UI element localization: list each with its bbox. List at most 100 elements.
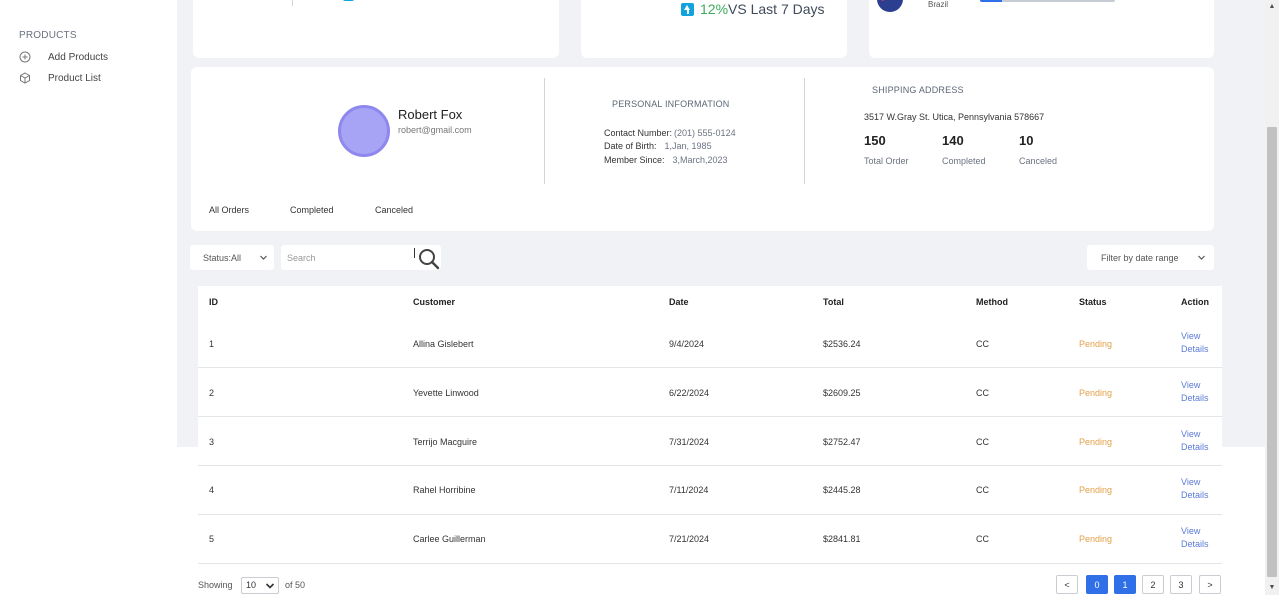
member-label: Member Since: — [604, 155, 665, 165]
total-count-label: of 50 — [285, 580, 306, 590]
scroll-down-arrow-icon[interactable]: ▼ — [1265, 581, 1279, 595]
scrollbar-thumb[interactable] — [1267, 127, 1277, 577]
orders-table: ID Customer Date Total Method Status Act… — [198, 286, 1222, 564]
contact-number-row: Contact Number: (201) 555-0124 — [604, 128, 736, 138]
sidebar: PRODUCTS Add Products Product List — [0, 0, 177, 595]
sidebar-item-product-list[interactable]: Product List — [19, 72, 101, 84]
trend-text: VS Last 7 Days — [728, 1, 825, 17]
prev-page-button[interactable]: < — [1056, 575, 1078, 594]
chevron-down-icon — [259, 253, 268, 264]
column-header-method: Method — [976, 297, 1008, 307]
canceled-label: Canceled — [1019, 156, 1058, 166]
chevron-down-icon — [1197, 253, 1206, 264]
page-button-0[interactable]: 0 — [1086, 575, 1108, 594]
cell-customer: Allina Gislebert — [413, 339, 474, 349]
completed-label: Completed — [942, 156, 986, 166]
member-since-row: Member Since: 3,March,2023 — [604, 155, 728, 165]
flag-icon — [877, 0, 903, 12]
column-header-total: Total — [823, 297, 844, 307]
date-range-filter[interactable]: Filter by date range — [1087, 245, 1214, 270]
tab-completed[interactable]: Completed — [290, 205, 334, 215]
plus-circle-icon — [19, 51, 31, 63]
canceled-count: 10 — [1019, 133, 1034, 148]
shipping-address: 3517 W.Gray St. Utica, Pennsylvania 5786… — [864, 112, 1045, 122]
total-orders-count: 150 — [864, 133, 886, 148]
cell-total: $2841.81 — [823, 534, 861, 544]
status-filter-value: Status:All — [203, 252, 242, 263]
personal-info-title: PERSONAL INFORMATION — [612, 99, 730, 109]
view-details-link[interactable]: View Details — [1181, 525, 1221, 551]
table-row: 2 Yevette Linwood 6/22/2024 $2609.25 CC … — [198, 368, 1222, 417]
dob-value: 1,Jan, 1985 — [664, 141, 712, 151]
dob-label: Date of Birth: — [604, 141, 657, 151]
page-button-2[interactable]: 2 — [1142, 575, 1164, 594]
view-details-link[interactable]: View Details — [1181, 330, 1221, 356]
status-badge: Pending — [1079, 437, 1113, 447]
customer-email: robert@gmail.com — [398, 125, 472, 135]
shipping-address-title: SHIPPING ADDRESS — [872, 85, 964, 95]
next-page-button[interactable]: > — [1199, 575, 1221, 594]
status-badge: Pending — [1079, 485, 1113, 495]
view-details-link[interactable]: View Details — [1181, 476, 1221, 502]
tab-canceled[interactable]: Canceled — [375, 205, 413, 215]
table-row: 4 Rahel Horribine 7/11/2024 $2445.28 CC … — [198, 466, 1222, 515]
cell-customer: Rahel Horribine — [413, 485, 476, 495]
cell-id: 4 — [209, 485, 215, 495]
vertical-scrollbar[interactable]: ▲ ▼ — [1265, 0, 1279, 595]
country-progress-bar — [980, 0, 1115, 2]
cell-total: $2536.24 — [823, 339, 861, 349]
scroll-up-arrow-icon[interactable]: ▲ — [1265, 0, 1279, 14]
status-filter-select[interactable]: Status:All — [190, 245, 274, 270]
cell-total: $2445.28 — [823, 485, 861, 495]
status-badge: Pending — [1079, 534, 1113, 544]
page-button-1[interactable]: 1 — [1114, 575, 1136, 594]
cell-date: 7/31/2024 — [669, 437, 710, 447]
cell-date: 9/4/2024 — [669, 339, 705, 349]
column-header-id: ID — [209, 297, 218, 307]
member-value: 3,March,2023 — [672, 155, 728, 165]
page-button-3[interactable]: 3 — [1170, 575, 1192, 594]
cell-date: 7/11/2024 — [669, 485, 709, 495]
arrow-up-icon — [681, 3, 694, 16]
cell-method: CC — [976, 534, 989, 544]
cell-id: 2 — [209, 388, 215, 398]
view-details-link[interactable]: View Details — [1181, 428, 1221, 454]
cube-icon — [19, 72, 31, 84]
sidebar-heading: PRODUCTS — [19, 30, 77, 41]
cell-customer: Carlee Guillerman — [413, 534, 486, 544]
arrow-up-icon — [343, 0, 354, 1]
search-input[interactable] — [287, 250, 412, 265]
view-details-link[interactable]: View Details — [1181, 379, 1221, 405]
divider — [292, 0, 293, 6]
date-range-label: Filter by date range — [1101, 252, 1179, 263]
total-orders-label: Total Order — [864, 156, 909, 166]
table-row: 3 Terrijo Macguire 7/31/2024 $2752.47 CC… — [198, 417, 1222, 466]
search-icon[interactable] — [417, 247, 441, 271]
status-badge: Pending — [1079, 388, 1113, 398]
cell-method: CC — [976, 437, 989, 447]
divider — [544, 78, 545, 184]
showing-label: Showing — [198, 580, 233, 590]
cell-total: $2752.47 — [823, 437, 861, 447]
tab-all-orders[interactable]: All Orders — [209, 205, 249, 215]
cell-date: 7/21/2024 — [669, 534, 710, 544]
sidebar-item-label: Product List — [48, 72, 101, 84]
contact-label: Contact Number: — [604, 128, 673, 138]
table-row: 5 Carlee Guillerman 7/21/2024 $2841.81 C… — [198, 515, 1222, 564]
per-page-value: 10 — [246, 580, 257, 590]
column-header-status: Status — [1079, 297, 1107, 307]
avatar — [338, 105, 390, 157]
table-row: 1 Allina Gislebert 9/4/2024 $2536.24 CC … — [198, 319, 1222, 368]
cell-customer: Terrijo Macguire — [413, 437, 478, 447]
dob-row: Date of Birth: 1,Jan, 1985 — [604, 141, 712, 151]
sidebar-item-add-products[interactable]: Add Products — [19, 51, 108, 63]
cell-customer: Yevette Linwood — [413, 388, 479, 398]
cell-method: CC — [976, 388, 989, 398]
chevron-down-icon — [265, 578, 275, 595]
contact-value: (201) 555-0124 — [674, 128, 736, 138]
country-label: Brazil — [928, 0, 949, 9]
cell-id: 5 — [209, 534, 215, 544]
column-header-action: Action — [1181, 297, 1209, 307]
stat-card-3: Brazil — [869, 0, 1214, 58]
per-page-select[interactable]: 10 — [241, 577, 279, 594]
